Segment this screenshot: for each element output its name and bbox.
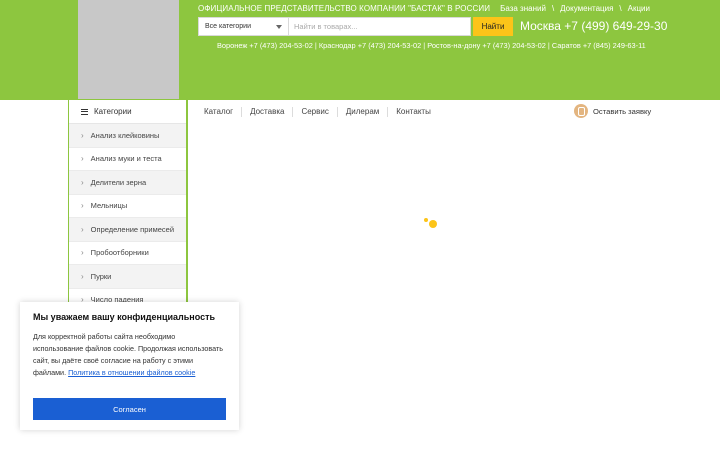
top-link-knowledge[interactable]: База знаний — [500, 4, 546, 13]
cookie-banner: Мы уважаем вашу конфиденциальность Для к… — [20, 302, 239, 430]
nav-contacts[interactable]: Контакты — [388, 107, 439, 117]
sidebar-item-gluten[interactable]: › Анализ клейковины — [69, 124, 186, 148]
sidebar-title: Категории — [94, 107, 132, 116]
sidebar-item-label: Делители зерна — [90, 177, 147, 187]
cookie-policy-link[interactable]: Политика в отношении файлов cookie — [68, 368, 195, 377]
sidebar-item-dividers[interactable]: › Делители зерна — [69, 171, 186, 195]
top-link-separator: \ — [619, 4, 622, 13]
nav-dealers[interactable]: Дилерам — [338, 107, 389, 117]
cookie-accept-button[interactable]: Согласен — [33, 398, 226, 420]
sidebar-item-purki[interactable]: › Пурки — [69, 265, 186, 289]
header: ОФИЦИАЛЬНОЕ ПРЕДСТАВИТЕЛЬСТВО КОМПАНИИ "… — [0, 0, 720, 100]
loader-dot-large — [429, 220, 437, 228]
top-link-promos[interactable]: Акции — [628, 4, 650, 13]
regional-phones: Воронеж +7 (473) 204-53-02 | Краснодар +… — [217, 41, 646, 50]
page: ОФИЦИАЛЬНОЕ ПРЕДСТАВИТЕЛЬСТВО КОМПАНИИ "… — [0, 0, 720, 450]
sidebar-item-flour[interactable]: › Анализ муки и теста — [69, 148, 186, 171]
request-icon — [574, 104, 588, 118]
menu-icon — [81, 108, 88, 115]
loading-spinner-icon — [424, 218, 440, 230]
nav-catalog[interactable]: Каталог — [196, 107, 243, 117]
phone-moscow[interactable]: Москва +7 (499) 649-29-30 — [520, 19, 667, 33]
request-label: Оставить заявку — [593, 106, 652, 116]
chevron-right-icon: › — [81, 130, 84, 140]
cookie-text: Для корректной работы сайта необходимо и… — [33, 331, 226, 379]
sidebar-item-impurities[interactable]: › Определение примесей — [69, 218, 186, 242]
category-select[interactable]: Все категории — [199, 18, 289, 35]
sidebar-item-samplers[interactable]: › Пробоотборники — [69, 242, 186, 265]
sidebar-item-label: Пробоотборники — [90, 248, 149, 258]
search-bar: Все категории — [198, 17, 471, 36]
chevron-down-icon — [276, 24, 282, 29]
nav-service[interactable]: Сервис — [293, 107, 338, 117]
search-button[interactable]: Найти — [473, 17, 513, 36]
tagline: ОФИЦИАЛЬНОЕ ПРЕДСТАВИТЕЛЬСТВО КОМПАНИИ "… — [198, 4, 491, 13]
chevron-right-icon: › — [81, 271, 84, 281]
chevron-right-icon: › — [81, 177, 84, 187]
sidebar-item-label: Анализ клейковины — [90, 130, 160, 140]
sidebar-header[interactable]: Категории — [69, 100, 186, 124]
nav-delivery[interactable]: Доставка — [242, 107, 294, 117]
top-link-docs[interactable]: Документация — [560, 4, 613, 13]
request-button[interactable]: Оставить заявку — [574, 104, 651, 118]
chevron-right-icon: › — [81, 248, 84, 258]
category-select-value: Все категории — [205, 23, 251, 30]
cookie-title: Мы уважаем вашу конфиденциальность — [33, 312, 216, 322]
logo-placeholder[interactable] — [78, 0, 179, 99]
top-links: База знаний \ Документация \ Акции — [500, 4, 650, 13]
chevron-right-icon: › — [81, 154, 84, 164]
chevron-right-icon: › — [81, 224, 84, 234]
search-input[interactable] — [289, 18, 470, 35]
top-link-separator: \ — [551, 4, 555, 13]
sidebar-item-label: Пурки — [90, 271, 112, 281]
sidebar-item-label: Определение примесей — [90, 224, 175, 234]
loader-dot-small — [424, 218, 428, 222]
sidebar-item-label: Анализ муки и теста — [90, 154, 162, 164]
chevron-right-icon: › — [81, 201, 84, 211]
sidebar-item-mills[interactable]: › Мельницы — [69, 195, 186, 218]
sidebar-item-label: Мельницы — [90, 201, 128, 211]
